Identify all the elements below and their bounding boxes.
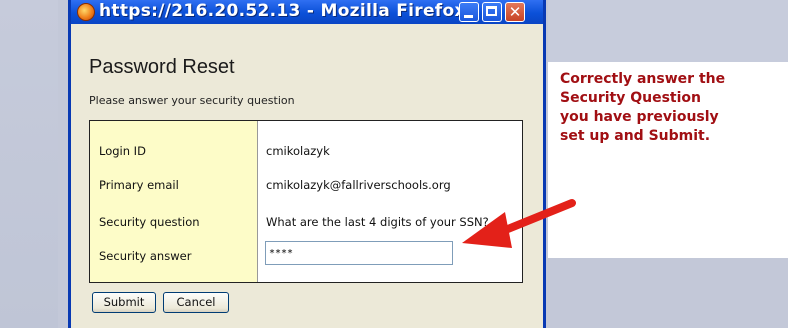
callout-line: you have previously [560,109,719,125]
page-title: Password Reset [89,56,235,78]
security-answer-input[interactable] [265,241,453,265]
password-reset-form: Login ID cmikolazyk Primary email cmikol… [89,120,523,283]
security-question-value: What are the last 4 digits of your SSN? [266,215,489,229]
close-icon[interactable]: ✕ [505,2,525,22]
security-answer-label: Security answer [99,249,192,263]
security-question-label: Security question [99,215,200,229]
minimize-icon[interactable] [459,2,479,22]
firefox-popup-window: https://216.20.52.13 - Mozilla Firefox ✕… [68,0,546,328]
close-glyph: ✕ [508,3,522,21]
login-id-label: Login ID [99,144,146,158]
callout-line: Security Question [560,90,702,106]
primary-email-label: Primary email [99,178,179,192]
window-title: https://216.20.52.13 - Mozilla Firefox [99,1,466,21]
page-subtitle: Please answer your security question [89,94,295,107]
cancel-button[interactable]: Cancel [163,292,229,313]
login-id-value: cmikolazyk [266,144,330,158]
background-left [0,0,58,328]
maximize-icon[interactable] [482,2,502,22]
callout-line: Correctly answer the [560,71,726,87]
submit-button[interactable]: Submit [92,292,156,313]
firefox-icon [77,3,95,21]
window-content: Password Reset Please answer your securi… [71,24,543,328]
window-titlebar[interactable]: https://216.20.52.13 - Mozilla Firefox ✕ [71,0,543,24]
callout-line: set up and Submit. [560,128,711,144]
primary-email-value: cmikolazyk@fallriverschools.org [266,178,451,192]
instruction-callout: Correctly answer the Security Question y… [560,70,750,146]
background-lower [548,258,788,328]
